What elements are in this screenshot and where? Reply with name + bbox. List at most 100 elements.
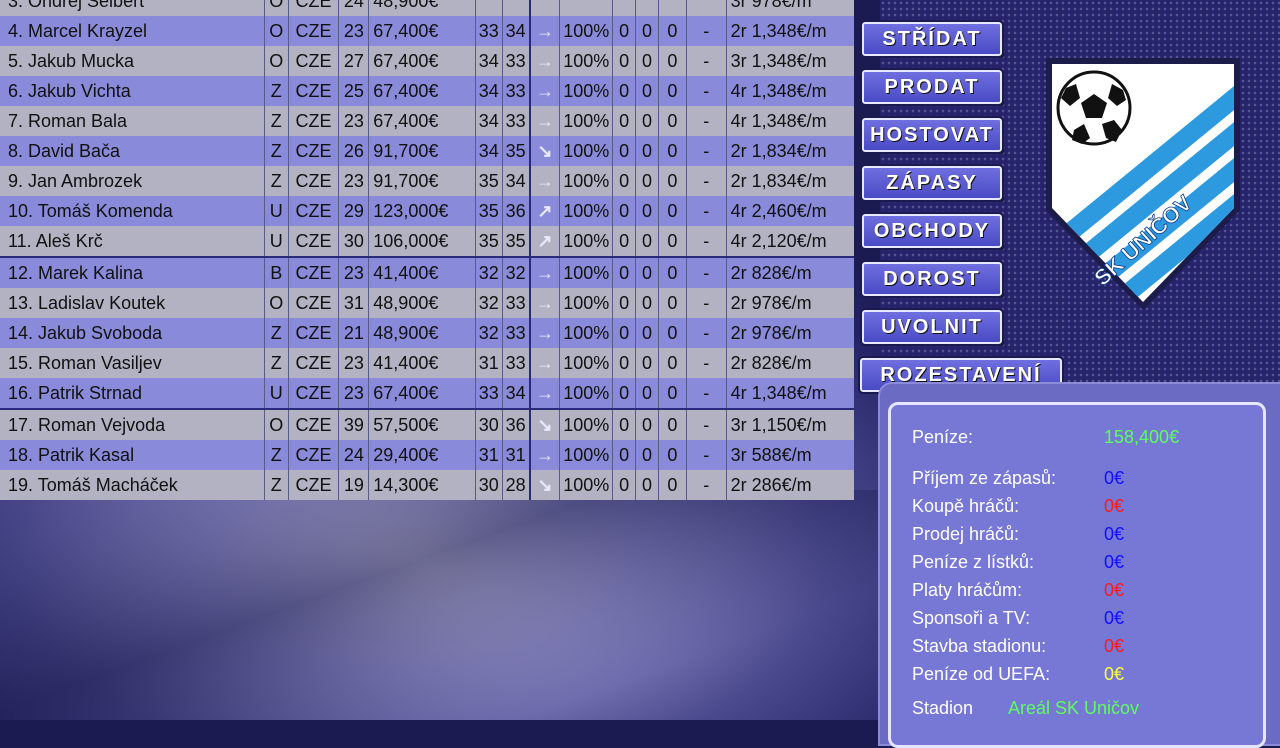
player-age: 39 bbox=[339, 410, 370, 440]
uvolnit-button[interactable]: UVOLNIT bbox=[860, 308, 1004, 346]
trend-arrow-icon: → bbox=[531, 378, 561, 408]
player-contract: 4r 2,120€/m bbox=[730, 231, 827, 251]
finance-panel bbox=[888, 402, 1266, 748]
dorost-button[interactable]: DOROST bbox=[860, 260, 1004, 298]
player-value: 67,400€ bbox=[369, 16, 476, 46]
player-skill: 34 bbox=[476, 76, 503, 106]
table-row[interactable]: 19. Tomáš Macháček Z CZE 19 14,300€ 30 28 ↘ 100%… bbox=[0, 470, 854, 500]
player-age: 25 bbox=[339, 76, 370, 106]
hostovat-button[interactable]: HOSTOVAT bbox=[860, 116, 1004, 154]
player-age: 30 bbox=[339, 226, 370, 256]
player-form: 31 bbox=[503, 440, 531, 470]
player-position: U bbox=[265, 196, 289, 226]
player-nationality: CZE bbox=[289, 0, 340, 16]
player-position: Z bbox=[265, 470, 289, 500]
player-skill: 31 bbox=[476, 348, 503, 378]
prodat-button[interactable]: PRODAT bbox=[860, 68, 1004, 106]
salaries-value: 0€ bbox=[1104, 580, 1125, 600]
player-position: O bbox=[265, 16, 289, 46]
player-condition: 100% bbox=[560, 348, 614, 378]
player-stat-3: 0 bbox=[659, 378, 687, 408]
player-skill bbox=[476, 0, 503, 16]
stadium-label: Stadion bbox=[912, 698, 974, 718]
player-roster-table: 3. Ondřej Selbert O CZE 24 48,900€ 3r 978€/m 4… bbox=[0, 0, 854, 500]
player-status: - bbox=[687, 378, 727, 408]
player-condition: 100% bbox=[560, 166, 614, 196]
trend-arrow-icon: ↘ bbox=[531, 136, 561, 166]
player-skill: 35 bbox=[476, 196, 503, 226]
player-status: - bbox=[687, 288, 727, 318]
player-stat-2: 0 bbox=[636, 470, 659, 500]
trend-arrow-icon: ↘ bbox=[531, 470, 561, 500]
player-stat-3: 0 bbox=[659, 470, 687, 500]
player-age: 21 bbox=[339, 318, 370, 348]
player-stat-3: 0 bbox=[659, 318, 687, 348]
trend-arrow-icon: → bbox=[531, 46, 561, 76]
table-row[interactable]: 16. Patrik Strnad U CZE 23 67,400€ 33 34 → 100% 0… bbox=[0, 378, 854, 408]
zapasy-button[interactable]: ZÁPASY bbox=[860, 164, 1004, 202]
player-form: 35 bbox=[503, 136, 531, 166]
obchody-button[interactable]: OBCHODY bbox=[860, 212, 1004, 250]
table-row[interactable]: 13. Ladislav Koutek O CZE 31 48,900€ 32 33 → 100… bbox=[0, 288, 854, 318]
table-row[interactable]: 15. Roman Vasiljev Z CZE 23 41,400€ 31 33 → 100%… bbox=[0, 348, 854, 378]
player-name: 6. Jakub Vichta bbox=[0, 76, 265, 106]
table-row[interactable]: 12. Marek Kalina B CZE 23 41,400€ 32 32 → 100% 0 0… bbox=[0, 256, 854, 288]
player-contract: 2r 978€/m bbox=[730, 323, 812, 343]
player-age: 23 bbox=[339, 378, 370, 408]
player-value: 67,400€ bbox=[369, 46, 476, 76]
player-nationality: CZE bbox=[289, 16, 340, 46]
player-condition bbox=[560, 0, 614, 16]
table-row[interactable]: 11. Aleš Krč U CZE 30 106,000€ 35 35 ↗ 100% 0 0 0-4… bbox=[0, 226, 854, 256]
table-row[interactable]: 8. David Bača Z CZE 26 91,700€ 34 35 ↘ 100% 0 0 0-2… bbox=[0, 136, 854, 166]
player-condition: 100% bbox=[560, 76, 614, 106]
table-row[interactable]: 6. Jakub Vichta Z CZE 25 67,400€ 34 33 → 100% 0 0 0… bbox=[0, 76, 854, 106]
player-form: 33 bbox=[503, 106, 531, 136]
player-value: 57,500€ bbox=[369, 410, 476, 440]
player-skill: 30 bbox=[476, 410, 503, 440]
table-row[interactable]: 3. Ondřej Selbert O CZE 24 48,900€ 3r 978€/m bbox=[0, 0, 854, 16]
table-row[interactable]: 5. Jakub Mucka O CZE 27 67,400€ 34 33 → 100% 0 0 0-… bbox=[0, 46, 854, 76]
player-contract: 2r 286€/m bbox=[730, 475, 812, 495]
table-row[interactable]: 9. Jan Ambrozek Z CZE 23 91,700€ 35 34 → 100% 0 0 0… bbox=[0, 166, 854, 196]
player-age: 24 bbox=[339, 0, 370, 16]
player-skill: 32 bbox=[476, 258, 503, 288]
player-value: 67,400€ bbox=[369, 106, 476, 136]
player-status: - bbox=[687, 470, 727, 500]
table-row[interactable]: 18. Patrik Kasal Z CZE 24 29,400€ 31 31 → 100% 0 0… bbox=[0, 440, 854, 470]
uefa-money-label: Peníze od UEFA: bbox=[912, 664, 1051, 684]
table-row[interactable]: 14. Jakub Svoboda Z CZE 21 48,900€ 32 33 → 100% 0… bbox=[0, 318, 854, 348]
player-form: 36 bbox=[503, 196, 531, 226]
table-row[interactable]: 10. Tomáš Komenda U CZE 29 123,000€ 35 36 ↗ 100%… bbox=[0, 196, 854, 226]
player-name: 10. Tomáš Komenda bbox=[0, 196, 265, 226]
player-stat-1: 0 bbox=[613, 258, 637, 288]
stadium-build-value: 0€ bbox=[1104, 636, 1125, 656]
player-stat-2: 0 bbox=[636, 76, 659, 106]
player-age: 23 bbox=[339, 258, 370, 288]
player-contract: 4r 1,348€/m bbox=[730, 111, 827, 131]
player-stat-3: 0 bbox=[659, 288, 687, 318]
player-name: 9. Jan Ambrozek bbox=[0, 166, 265, 196]
player-stat-2: 0 bbox=[636, 196, 659, 226]
trend-arrow-icon bbox=[531, 0, 561, 16]
table-row[interactable]: 4. Marcel Krayzel O CZE 23 67,400€ 33 34 → 100% 0… bbox=[0, 16, 854, 46]
stridat-button[interactable]: STŘÍDAT bbox=[860, 20, 1004, 58]
player-stat-1: 0 bbox=[613, 410, 637, 440]
player-stat-1: 0 bbox=[613, 166, 637, 196]
player-nationality: CZE bbox=[289, 76, 340, 106]
player-position: Z bbox=[265, 348, 289, 378]
player-stat-1: 0 bbox=[613, 470, 637, 500]
player-stat-3: 0 bbox=[659, 258, 687, 288]
player-stat-3: 0 bbox=[659, 106, 687, 136]
player-name: 15. Roman Vasiljev bbox=[0, 348, 265, 378]
table-row[interactable]: 17. Roman Vejvoda O CZE 39 57,500€ 30 36 ↘ 100% 0… bbox=[0, 408, 854, 440]
table-row[interactable]: 7. Roman Bala Z CZE 23 67,400€ 34 33 → 100% 0 0 0-4… bbox=[0, 106, 854, 136]
player-form: 33 bbox=[503, 318, 531, 348]
player-skill: 32 bbox=[476, 318, 503, 348]
player-form: 35 bbox=[503, 226, 531, 256]
trend-arrow-icon: → bbox=[531, 258, 561, 288]
background-sweep bbox=[0, 490, 900, 720]
player-value: 67,400€ bbox=[369, 76, 476, 106]
player-contract: 2r 978€/m bbox=[730, 293, 812, 313]
player-position: Z bbox=[265, 166, 289, 196]
player-form: 33 bbox=[503, 288, 531, 318]
